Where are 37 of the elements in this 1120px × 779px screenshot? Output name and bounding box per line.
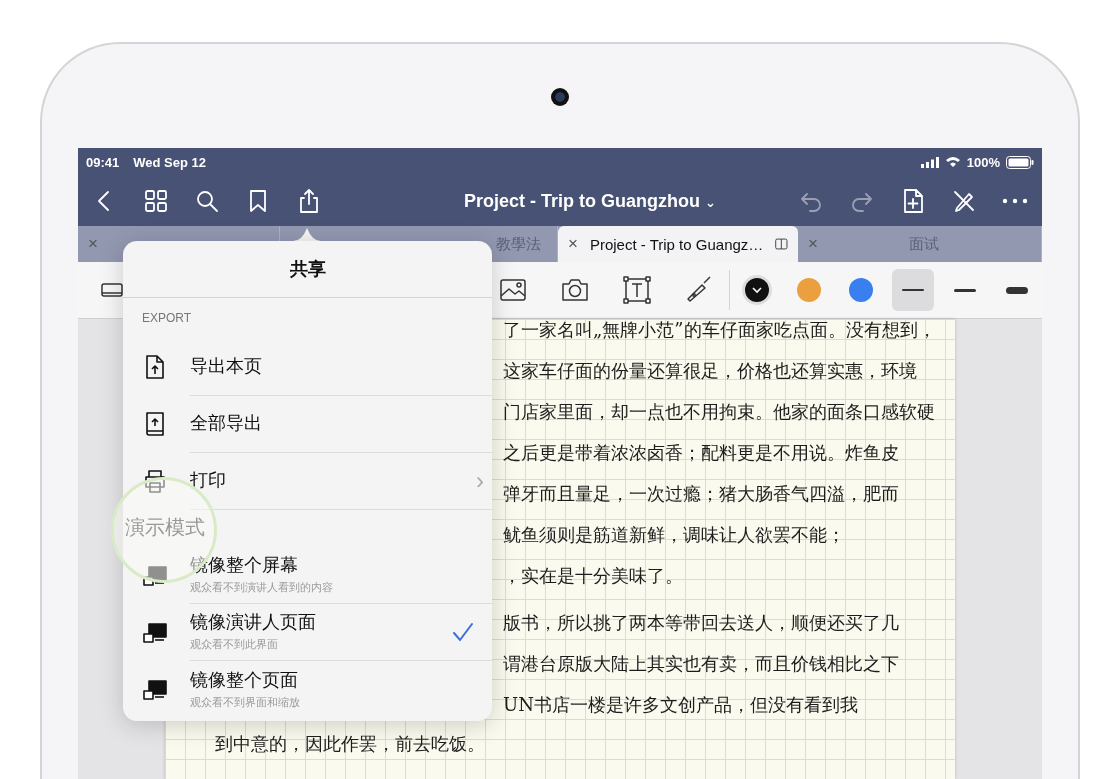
handwritten-line: 谓港台原版大陆上其实也有卖，而且价钱相比之下 [503, 652, 900, 676]
handwritten-line: 了一家名叫„無牌小范”的车仔面家吃点面。没有想到， [503, 318, 937, 342]
handwritten-line: 弹牙而且量足，一次过瘾；猪大肠香气四溢，肥而 [503, 482, 900, 506]
handwritten-line: UN书店一楼是许多文创产品，但没有看到我 [503, 693, 859, 717]
stroke-width-button[interactable] [892, 269, 934, 311]
signal-icon [920, 156, 939, 168]
camera-lens [551, 88, 569, 106]
handwritten-line: 版书，所以挑了两本等带回去送人，顺便还买了几 [503, 611, 900, 635]
status-date: Wed Sep 12 [133, 154, 206, 170]
section-header: EXPORT [142, 311, 192, 325]
menu-item[interactable]: 全部导出 [123, 395, 492, 452]
wifi-icon [944, 156, 961, 168]
pen-off-icon [951, 188, 977, 214]
handwritten-line: 鱿鱼须则是筋道新鲜，调味让人欲罢不能； [503, 523, 846, 547]
menu-item[interactable]: 镜像整个页面 观众看不到界面和缩放 [123, 660, 492, 717]
split-view-icon[interactable] [775, 236, 788, 252]
handwritten-line: 到中意的，因此作罢，前去吃饭。 [214, 732, 486, 756]
color-swatch[interactable] [742, 275, 772, 305]
search-icon [194, 188, 220, 214]
handwritten-line: 之后更是带着浓浓卤香；配料更是不用说。炸鱼皮 [503, 441, 900, 465]
handwritten-line: 这家车仔面的份量还算很足，价格也还算实惠，环境 [503, 359, 918, 383]
grid-icon [143, 188, 169, 214]
chevron-icon: › [476, 466, 484, 495]
status-time: 09:41 [86, 154, 120, 170]
section-header: 演示模式 [125, 515, 205, 540]
menu-item[interactable]: 导出本页 [123, 338, 492, 395]
popover-title: 共享 [123, 241, 492, 298]
battery-percent: 100% [966, 154, 1000, 170]
battery-icon [1006, 155, 1034, 169]
text-icon[interactable] [621, 274, 653, 306]
close-icon[interactable]: × [568, 234, 578, 254]
handwritten-line: 门店家里面，却一点也不用拘束。他家的面条口感软硬 [503, 400, 936, 424]
printer-icon [142, 467, 168, 494]
menu-item[interactable]: 镜像演讲人页面 观众看不到此界面 [123, 603, 492, 660]
handwritten-line: ，实在是十分美味了。 [503, 564, 684, 588]
document-tab[interactable]: × Project - Trip to Guangz… [558, 226, 798, 262]
more-icon [1002, 198, 1028, 204]
